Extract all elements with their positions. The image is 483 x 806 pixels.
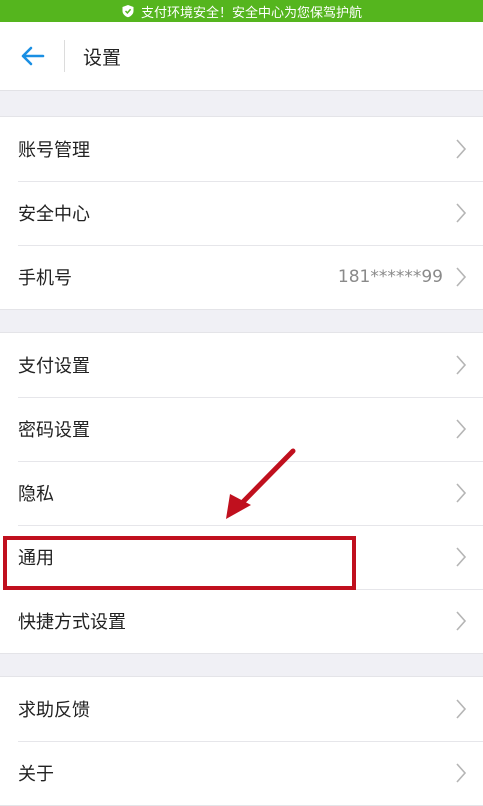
page-title: 设置 (83, 46, 122, 69)
settings-item-general[interactable]: 通用 (0, 525, 483, 589)
chevron-right-icon (456, 547, 467, 567)
chevron-right-icon (456, 763, 467, 783)
chevron-right-icon (456, 203, 467, 223)
shield-icon (122, 5, 134, 18)
settings-item-help-feedback[interactable]: 求助反馈 (0, 677, 483, 741)
phone-number-value: 181******99 (337, 267, 443, 287)
settings-item-shortcut-settings[interactable]: 快捷方式设置 (0, 589, 483, 653)
header-divider (64, 40, 65, 72)
chevron-right-icon (456, 611, 467, 631)
banner-text: 支付环境安全！安全中心为您保驾护航 (140, 5, 362, 21)
settings-item-label: 隐私 (18, 484, 54, 505)
settings-item-privacy[interactable]: 隐私 (0, 461, 483, 525)
settings-group-help: 求助反馈 关于 (0, 676, 483, 806)
chevron-right-icon (456, 483, 467, 503)
settings-item-label: 关于 (18, 764, 54, 785)
back-button[interactable] (0, 22, 64, 90)
chevron-right-icon (456, 267, 467, 287)
settings-group-general: 支付设置 密码设置 隐私 通用 快捷方式设置 (0, 332, 483, 654)
settings-item-label: 通用 (18, 548, 54, 569)
settings-item-account-management[interactable]: 账号管理 (0, 117, 483, 181)
security-banner: 支付环境安全！安全中心为您保驾护航 (0, 0, 483, 22)
chevron-right-icon (456, 699, 467, 719)
chevron-right-icon (456, 419, 467, 439)
chevron-right-icon (456, 139, 467, 159)
settings-item-security-center[interactable]: 安全中心 (0, 181, 483, 245)
settings-item-payment-settings[interactable]: 支付设置 (0, 333, 483, 397)
title-bar: 设置 (0, 22, 483, 91)
settings-item-label: 安全中心 (18, 204, 90, 225)
settings-item-phone-number[interactable]: 手机号 181******99 (0, 245, 483, 309)
settings-item-password-settings[interactable]: 密码设置 (0, 397, 483, 461)
settings-item-label: 快捷方式设置 (18, 612, 126, 633)
settings-item-label: 支付设置 (18, 356, 90, 377)
settings-item-label: 手机号 (18, 268, 72, 289)
arrow-left-icon (21, 46, 45, 66)
section-gap (0, 310, 483, 332)
chevron-right-icon (456, 355, 467, 375)
settings-item-label: 账号管理 (18, 140, 90, 161)
settings-item-label: 密码设置 (18, 420, 90, 441)
section-gap (0, 654, 483, 676)
section-gap (0, 91, 483, 116)
settings-item-about[interactable]: 关于 (0, 741, 483, 805)
settings-group-account: 账号管理 安全中心 手机号 181******99 (0, 116, 483, 310)
settings-item-label: 求助反馈 (18, 700, 90, 721)
